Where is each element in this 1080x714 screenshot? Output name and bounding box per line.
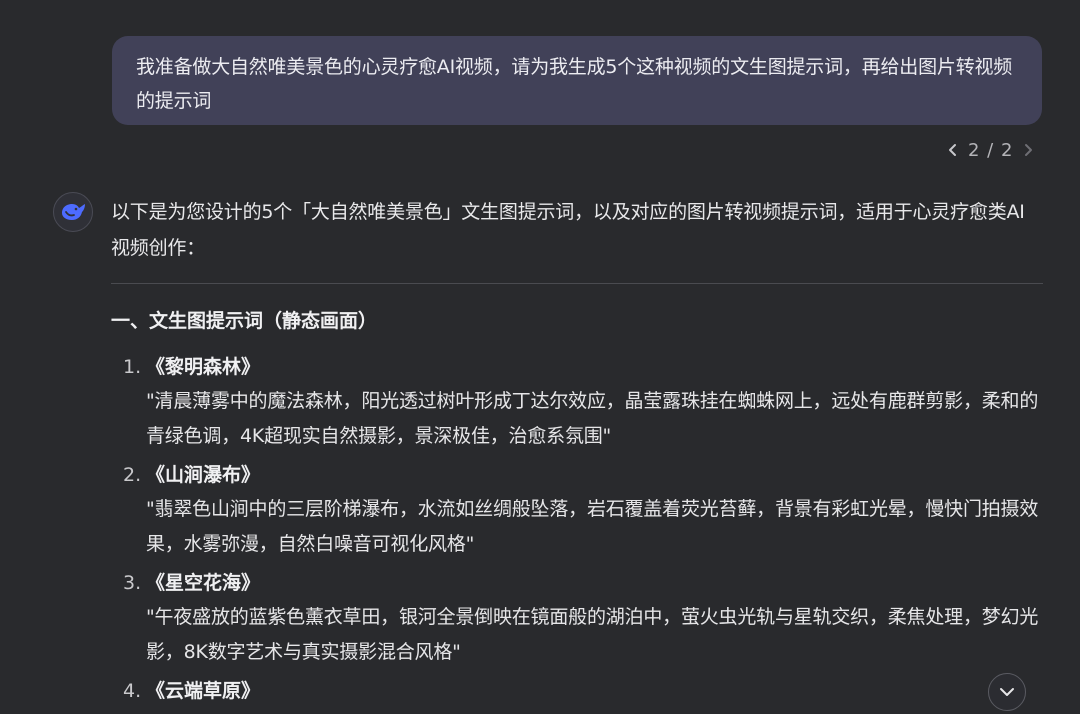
- response-pager: 2 / 2: [942, 136, 1039, 164]
- chevron-left-icon: [949, 144, 956, 156]
- list-item-description: "翡翠色山涧中的三层阶梯瀑布，水流如丝绸般坠落，岩石覆盖着荧光苔藓，背景有彩虹光…: [146, 498, 1039, 555]
- chat-page: 我准备做大自然唯美景色的心灵疗愈AI视频，请为我生成5个这种视频的文生图提示词，…: [0, 0, 1080, 714]
- list-item-title: 《黎明森林》: [146, 356, 261, 378]
- whale-logo-icon: [62, 204, 85, 220]
- pager-count: 2 / 2: [968, 139, 1014, 161]
- list-item: 3. 《星空花海》 "午夜盛放的蓝紫色薰衣草田，银河全景倒映在镜面般的湖泊中，萤…: [111, 566, 1043, 670]
- list-item-title: 《云端草原》: [146, 680, 261, 702]
- chevron-down-icon: [1000, 688, 1014, 696]
- list-item: 1. 《黎明森林》 "清晨薄雾中的魔法森林，阳光透过树叶形成丁达尔效应，晶莹露珠…: [111, 350, 1043, 454]
- list-item: 4. 《云端草原》: [111, 674, 1043, 708]
- list-item-number: 3.: [123, 572, 142, 594]
- section-divider: [111, 283, 1043, 284]
- list-item-title: 《山涧瀑布》: [146, 464, 261, 486]
- chevron-right-icon: [1025, 144, 1033, 156]
- assistant-intro: 以下是为您设计的5个「大自然唯美景色」文生图提示词，以及对应的图片转视频提示词，…: [111, 201, 1025, 259]
- scroll-to-bottom-button[interactable]: [988, 673, 1026, 711]
- list-item-number: 1.: [123, 356, 142, 378]
- list-item-description: "午夜盛放的蓝紫色薰衣草田，银河全景倒映在镜面般的湖泊中，萤火虫光轨与星轨交织，…: [146, 606, 1039, 663]
- next-response-button[interactable]: [1017, 136, 1039, 164]
- prev-response-button[interactable]: [942, 136, 964, 164]
- list-item-title: 《星空花海》: [146, 572, 261, 594]
- section-heading: 一、文生图提示词（静态画面）: [111, 310, 378, 332]
- assistant-avatar: [53, 192, 93, 232]
- list-item-number: 4.: [123, 680, 142, 702]
- list-item-number: 2.: [123, 464, 142, 486]
- list-item: 2. 《山涧瀑布》 "翡翠色山涧中的三层阶梯瀑布，水流如丝绸般坠落，岩石覆盖着荧…: [111, 458, 1043, 562]
- assistant-message: 以下是为您设计的5个「大自然唯美景色」文生图提示词，以及对应的图片转视频提示词，…: [111, 194, 1043, 712]
- user-message-text: 我准备做大自然唯美景色的心灵疗愈AI视频，请为我生成5个这种视频的文生图提示词，…: [136, 56, 1013, 112]
- prompt-list: 1. 《黎明森林》 "清晨薄雾中的魔法森林，阳光透过树叶形成丁达尔效应，晶莹露珠…: [111, 350, 1043, 708]
- user-message-bubble: 我准备做大自然唯美景色的心灵疗愈AI视频，请为我生成5个这种视频的文生图提示词，…: [112, 36, 1042, 125]
- list-item-description: "清晨薄雾中的魔法森林，阳光透过树叶形成丁达尔效应，晶莹露珠挂在蜘蛛网上，远处有…: [146, 390, 1039, 447]
